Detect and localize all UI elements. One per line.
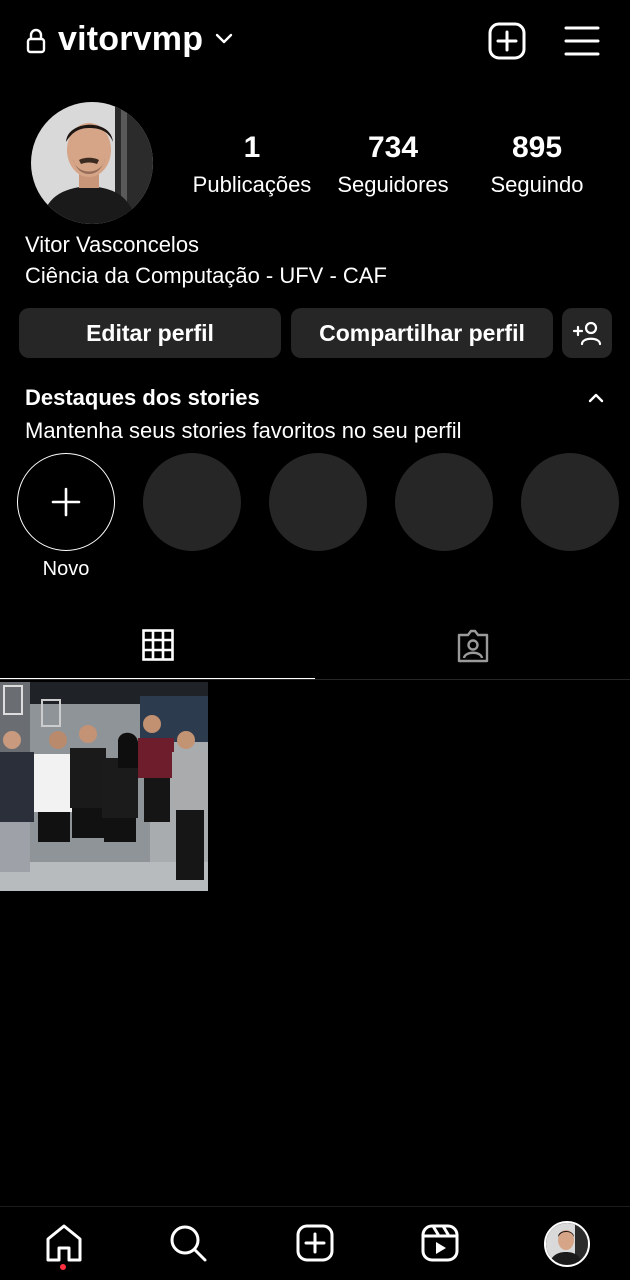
new-highlight-button[interactable] (17, 453, 115, 551)
lock-icon (26, 28, 46, 54)
highlight-placeholder (269, 453, 367, 551)
search-icon[interactable] (168, 1223, 208, 1263)
discover-people-button[interactable] (562, 308, 612, 358)
highlight-placeholder (395, 453, 493, 551)
avatar-photo (546, 1223, 588, 1265)
tab-posts-grid[interactable] (0, 612, 315, 680)
followers-count-label: Seguidores (337, 172, 449, 197)
tabs-divider (0, 679, 630, 680)
menu-icon[interactable] (564, 24, 600, 58)
profile-tab-avatar[interactable] (544, 1221, 590, 1267)
new-post-icon[interactable] (488, 22, 526, 60)
chevron-up-icon[interactable] (588, 392, 604, 404)
username-switcher[interactable]: vitorvmp (58, 20, 203, 59)
profile-avatar[interactable] (31, 102, 153, 224)
edit-profile-button[interactable]: Editar perfil (19, 308, 281, 358)
plus-icon (51, 487, 81, 517)
add-person-icon (572, 321, 602, 346)
bottom-nav (0, 1206, 630, 1280)
notification-dot (60, 1264, 66, 1270)
following-count-value: 895 (511, 131, 563, 164)
group-photo (0, 682, 208, 891)
profile-stats: 1 Publicações 734 Seguidores 895 Seguind… (176, 128, 616, 208)
tagged-person-icon (457, 629, 488, 663)
highlights-title: Destaques dos stories (25, 385, 260, 410)
posts-count-value: 1 (243, 131, 261, 164)
full-name: Vitor Vasconcelos (25, 232, 200, 257)
posts-count-label: Publicações (192, 172, 312, 197)
reels-icon[interactable] (420, 1223, 460, 1263)
home-icon[interactable] (44, 1223, 84, 1263)
profile-screen: vitorvmp 1 Publicações 734 Seguidores 89… (0, 0, 630, 1280)
avatar-photo (31, 102, 153, 224)
tab-tagged[interactable] (315, 612, 630, 680)
following-count-label: Seguindo (490, 172, 584, 197)
create-icon[interactable] (295, 1223, 335, 1263)
share-profile-button[interactable]: Compartilhar perfil (291, 308, 553, 358)
grid-icon (141, 629, 174, 661)
bio: Ciência da Computação - UFV - CAF (25, 263, 387, 288)
following-count[interactable]: 895 Seguindo (474, 128, 600, 202)
highlights-subtitle: Mantenha seus stories favoritos no seu p… (25, 418, 462, 443)
highlight-placeholder (143, 453, 241, 551)
followers-count[interactable]: 734 Seguidores (328, 128, 458, 202)
followers-count-value: 734 (367, 131, 419, 164)
chevron-down-icon[interactable] (215, 32, 233, 46)
top-bar: vitorvmp (0, 0, 630, 84)
highlight-placeholder (521, 453, 619, 551)
post-thumbnail[interactable] (0, 682, 208, 891)
new-highlight-label: Novo (42, 558, 90, 580)
posts-count[interactable]: 1 Publicações (184, 128, 320, 202)
